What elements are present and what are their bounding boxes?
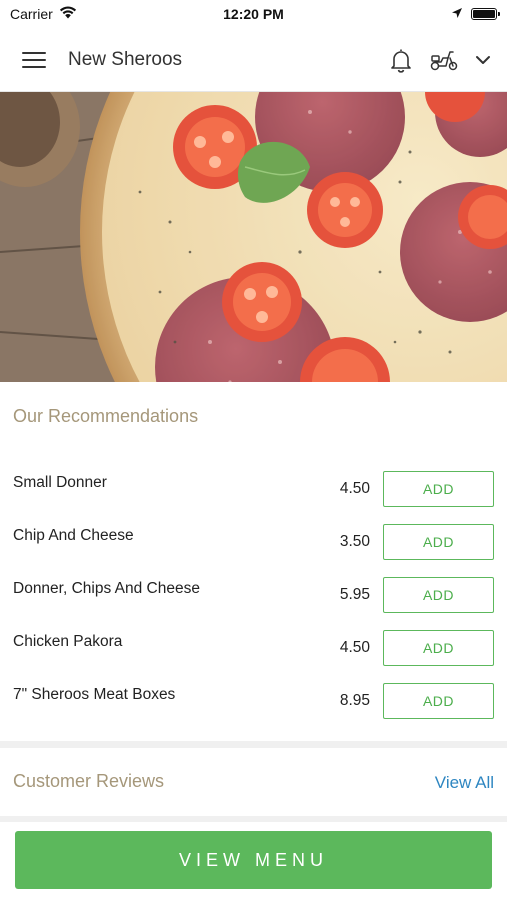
list-item: 7" Sheroos Meat Boxes 8.95 ADD <box>0 674 507 727</box>
item-name: Small Donner <box>13 474 107 491</box>
reviews-title: Customer Reviews <box>13 771 165 791</box>
view-all-link[interactable]: View All <box>435 773 494 793</box>
status-left: Carrier <box>10 6 170 22</box>
app-header: New Sheroos <box>0 28 507 92</box>
header-actions <box>389 47 491 73</box>
section-divider <box>0 741 507 748</box>
view-menu-button[interactable]: VIEW MENU <box>15 831 492 889</box>
list-item: Donner, Chips And Cheese 5.95 ADD <box>0 568 507 621</box>
hamburger-menu-icon[interactable] <box>22 50 46 70</box>
battery-icon <box>471 8 500 20</box>
item-name: Chicken Pakora <box>13 633 123 650</box>
wifi-icon <box>59 6 77 22</box>
status-bar: Carrier 12:20 PM <box>0 0 507 28</box>
carrier-label: Carrier <box>10 6 53 22</box>
page-title: New Sheroos <box>68 48 183 70</box>
status-right <box>337 6 500 22</box>
scooter-icon[interactable] <box>429 48 459 72</box>
add-button[interactable]: ADD <box>383 471 494 507</box>
recommendations-title: Our Recommendations <box>13 406 199 426</box>
add-button[interactable]: ADD <box>383 683 494 719</box>
item-name: 7" Sheroos Meat Boxes <box>13 686 176 703</box>
add-button[interactable]: ADD <box>383 524 494 560</box>
item-price: 5.95 <box>339 586 370 603</box>
section-divider <box>0 816 507 822</box>
list-item: Chip And Cheese 3.50 ADD <box>0 515 507 568</box>
item-name: Chip And Cheese <box>13 527 134 544</box>
add-button[interactable]: ADD <box>383 630 494 666</box>
item-price: 3.50 <box>339 533 370 550</box>
item-name: Donner, Chips And Cheese <box>13 580 200 597</box>
chevron-down-icon[interactable] <box>475 55 491 65</box>
bell-icon[interactable] <box>389 47 413 73</box>
item-price: 4.50 <box>339 639 370 656</box>
pizza-illustration <box>0 92 507 382</box>
location-arrow-icon <box>451 6 463 22</box>
list-item: Small Donner 4.50 ADD <box>0 462 507 515</box>
hero-image <box>0 92 507 382</box>
item-price: 4.50 <box>339 480 370 497</box>
status-time: 12:20 PM <box>223 6 284 22</box>
item-price: 8.95 <box>339 692 370 709</box>
recommendations-list: Small Donner 4.50 ADD Chip And Cheese 3.… <box>0 462 507 727</box>
add-button[interactable]: ADD <box>383 577 494 613</box>
list-item: Chicken Pakora 4.50 ADD <box>0 621 507 674</box>
